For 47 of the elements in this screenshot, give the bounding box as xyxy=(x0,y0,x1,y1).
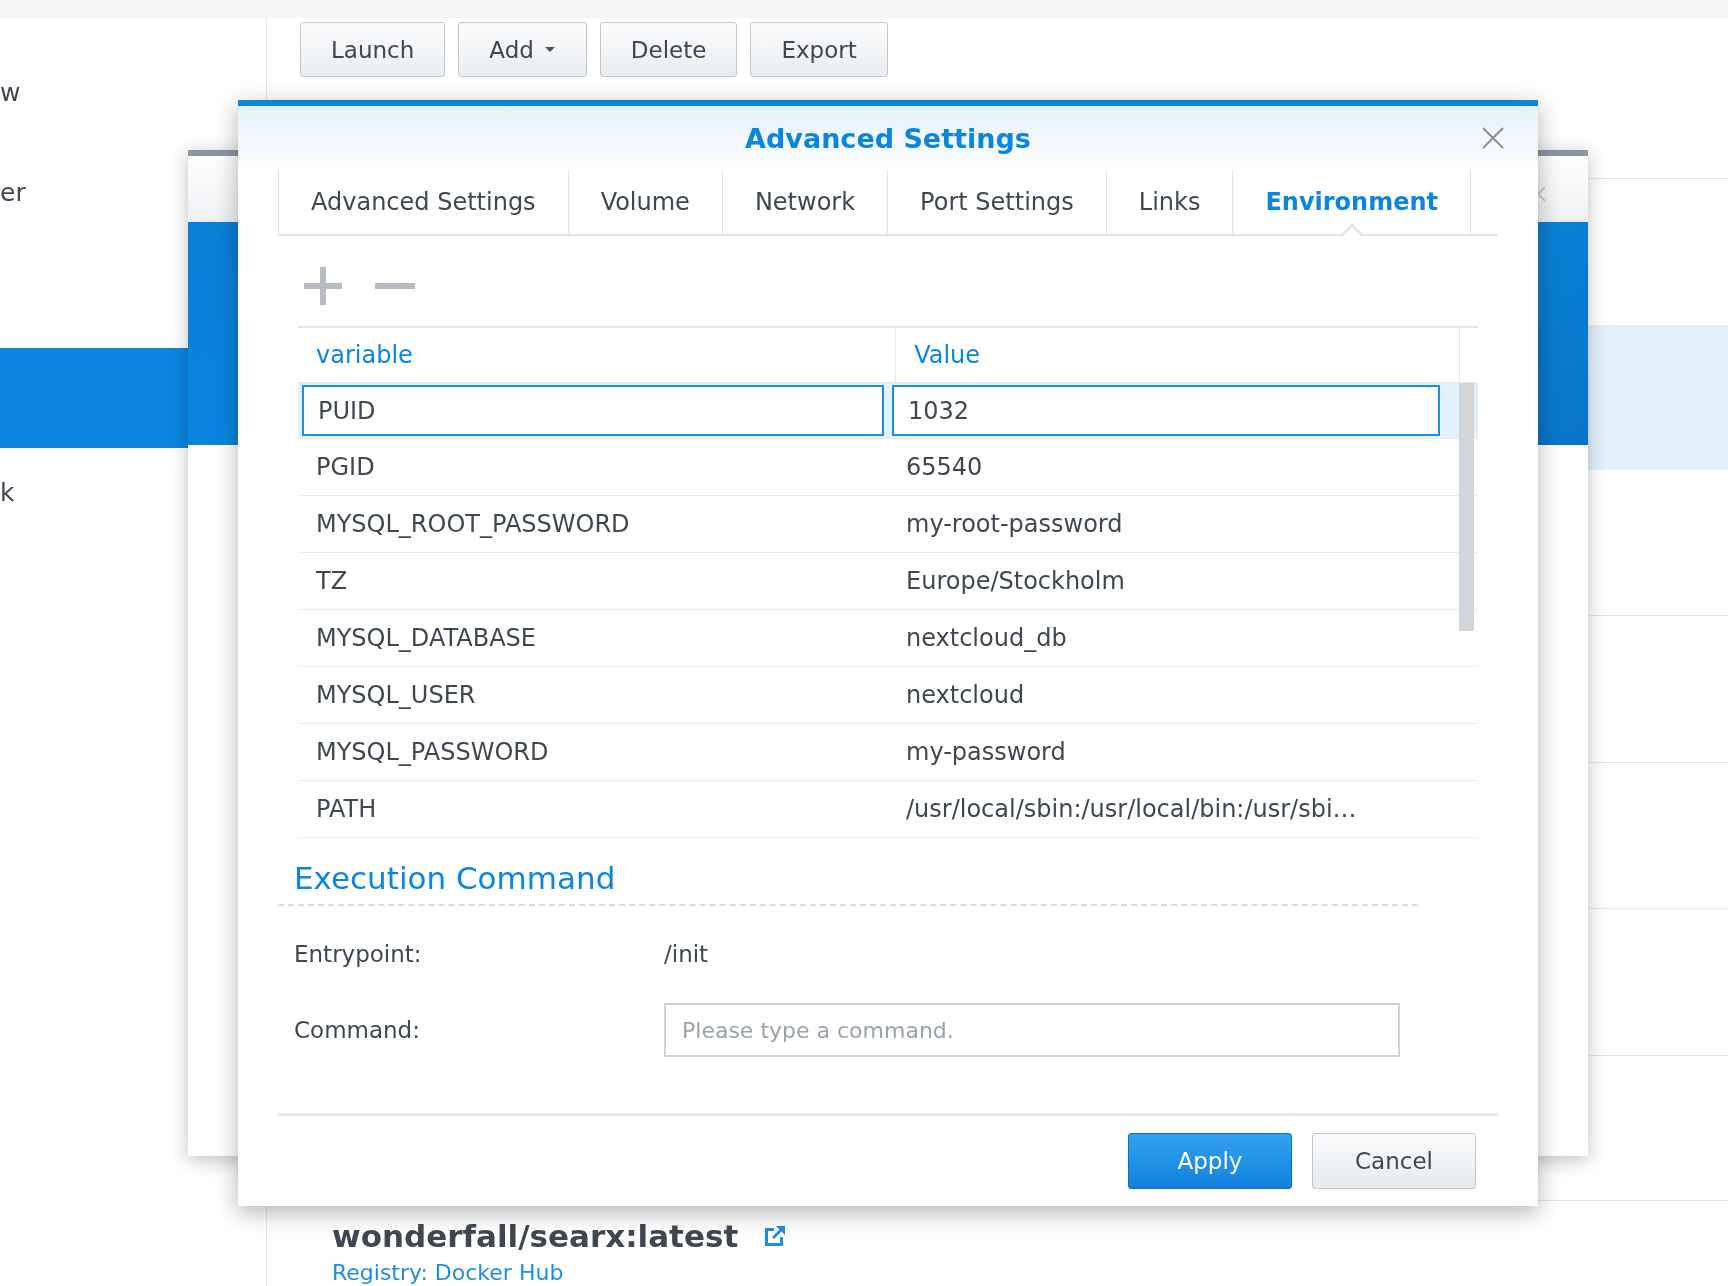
cancel-button[interactable]: Cancel xyxy=(1312,1133,1476,1189)
caret-icon xyxy=(543,46,556,53)
field-label: Command: xyxy=(294,1017,421,1043)
sidebar-item[interactable]: w xyxy=(0,78,21,107)
table-cell-text: 65540 xyxy=(905,452,984,483)
tab[interactable]: Advanced Settings xyxy=(278,170,568,234)
table-cell-text: my-password xyxy=(905,737,1067,768)
section-title: Execution Command xyxy=(294,860,617,896)
table-cell-text: my-root-password xyxy=(905,509,1124,540)
tab[interactable]: Links xyxy=(1105,170,1233,234)
table-cell-text: MYSQL_PASSWORD xyxy=(315,737,550,768)
sidebar-item[interactable]: k xyxy=(0,478,15,507)
command-field[interactable]: Please type a command. xyxy=(664,1003,1400,1057)
table-cell-text: /usr/local/sbin:/usr/local/bin:/usr/sbi… xyxy=(905,794,1358,825)
tab[interactable]: Volume xyxy=(567,170,722,234)
column-header[interactable]: variable xyxy=(298,328,896,382)
field-label: Entrypoint: xyxy=(294,941,423,967)
variable-input[interactable]: PUID xyxy=(302,385,884,436)
image-name: wonderfall/searx:latest xyxy=(332,1218,739,1254)
tab[interactable]: Port Settings xyxy=(887,170,1106,234)
table-cell-text: nextcloud xyxy=(905,680,1026,711)
table-row[interactable]: MYSQL_PASSWORD my-password xyxy=(298,724,1478,781)
scrollbar[interactable] xyxy=(1459,383,1474,631)
table-cell-text: MYSQL_DATABASE xyxy=(315,623,537,654)
table-cell-text: TZ xyxy=(315,566,349,597)
table-row[interactable]: PATH /usr/local/sbin:/usr/local/bin:/usr/sbi… xyxy=(298,781,1478,838)
table-cell-text: MYSQL_USER xyxy=(315,680,477,711)
dialog-title: Advanced Settings xyxy=(745,122,1031,154)
toolbar-button[interactable]: Launch xyxy=(300,22,446,77)
toolbar-button[interactable]: Export xyxy=(750,22,888,77)
selected-row[interactable]: PUID 1032 xyxy=(298,383,1478,439)
column-header[interactable]: Value xyxy=(895,328,1459,382)
remove-icon[interactable] xyxy=(374,282,416,290)
table-cell-text: nextcloud_db xyxy=(905,623,1068,654)
sidebar-item[interactable]: er xyxy=(0,178,26,207)
toolbar-button[interactable]: Add xyxy=(458,22,587,77)
table-cell-text: MYSQL_ROOT_PASSWORD xyxy=(315,509,631,540)
value-input[interactable]: 1032 xyxy=(892,385,1440,436)
table-row[interactable]: MYSQL_USER nextcloud xyxy=(298,667,1478,724)
tab[interactable]: Environment xyxy=(1232,170,1472,234)
table-cell-text: Europe/Stockholm xyxy=(905,566,1126,597)
add-icon[interactable] xyxy=(302,265,344,307)
entrypoint-value: /init xyxy=(664,941,709,967)
tab[interactable]: Network xyxy=(721,170,888,234)
table-cell-text: PGID xyxy=(315,452,376,483)
table-cell-text: PATH xyxy=(315,794,378,825)
toolbar-button[interactable]: Delete xyxy=(599,22,738,77)
